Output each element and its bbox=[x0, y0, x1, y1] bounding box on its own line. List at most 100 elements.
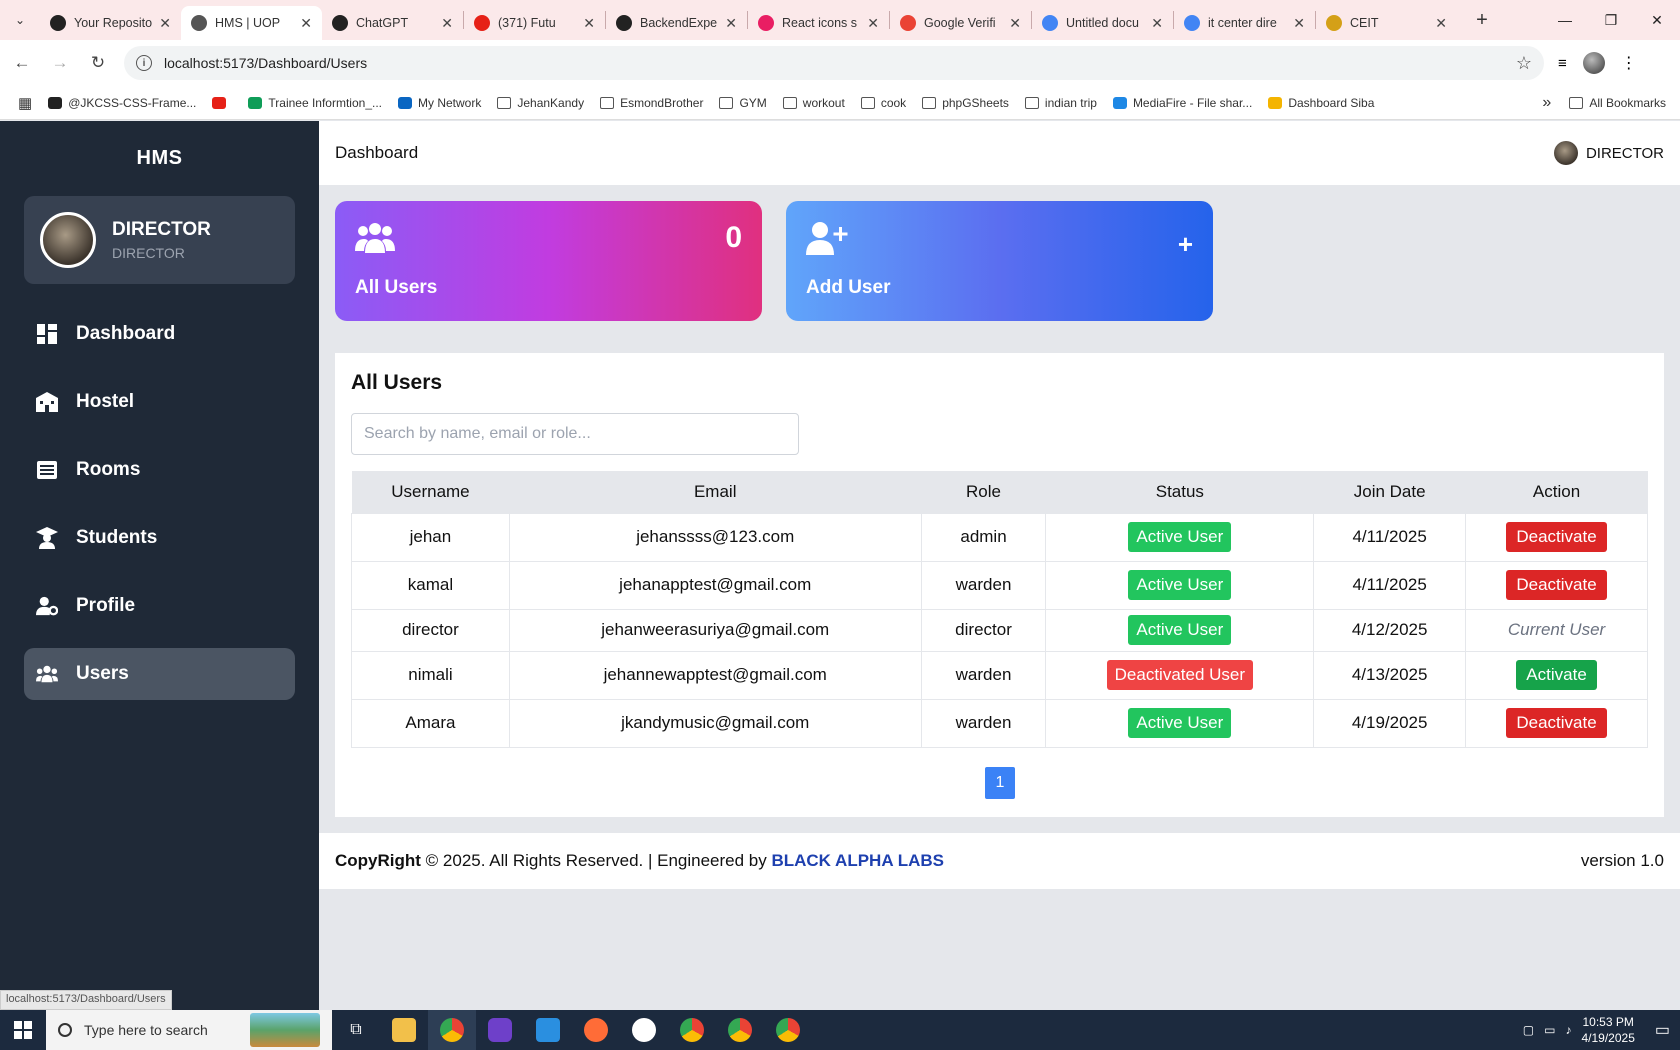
windows-start-icon[interactable] bbox=[0, 1010, 46, 1050]
bookmark-item[interactable]: cook bbox=[860, 96, 906, 110]
deactivate-button[interactable]: Deactivate bbox=[1506, 570, 1607, 600]
username-cell: Amara bbox=[351, 698, 510, 748]
close-tab-icon[interactable]: ✕ bbox=[867, 15, 879, 32]
restore-icon[interactable]: ❐ bbox=[1588, 0, 1634, 40]
tab-title: Google Verifi bbox=[924, 16, 996, 30]
all-users-card[interactable]: 0 All Users bbox=[335, 201, 762, 321]
site-info-icon[interactable]: i bbox=[136, 55, 152, 71]
role-cell: director bbox=[920, 608, 1047, 652]
postman-icon[interactable] bbox=[572, 1010, 620, 1050]
browser-tab[interactable]: Google Verifi ✕ bbox=[890, 6, 1031, 40]
close-tab-icon[interactable]: ✕ bbox=[1293, 15, 1305, 32]
more-bookmarks-icon[interactable]: » bbox=[1542, 94, 1551, 112]
forward-icon[interactable]: → bbox=[44, 47, 76, 79]
vscode-icon[interactable] bbox=[524, 1010, 572, 1050]
close-tab-icon[interactable]: ✕ bbox=[300, 15, 312, 32]
browser-tab[interactable]: HMS | UOP ✕ bbox=[181, 6, 322, 40]
bookmark-item[interactable]: My Network bbox=[398, 96, 481, 110]
column-header[interactable]: Username bbox=[351, 471, 510, 513]
tab-favicon-icon bbox=[616, 15, 632, 31]
column-header[interactable]: Email bbox=[509, 471, 922, 513]
add-user-card[interactable]: + Add User bbox=[786, 201, 1213, 321]
company-link[interactable]: BLACK ALPHA LABS bbox=[771, 851, 944, 870]
clock[interactable]: 10:53 PM 4/19/2025 bbox=[1581, 1014, 1634, 1046]
column-header[interactable]: Join Date bbox=[1313, 471, 1466, 513]
browser-tab[interactable]: BackendExpe ✕ bbox=[606, 6, 747, 40]
close-tab-icon[interactable]: ✕ bbox=[1151, 15, 1163, 32]
new-tab-button[interactable]: + bbox=[1467, 9, 1497, 32]
browser-tab-bar: ⌄ Your Reposito ✕ HMS | UOP ✕ ChatGPT ✕ (371) … bbox=[0, 0, 1680, 40]
users-panel-title: All Users bbox=[351, 371, 443, 394]
tab-search-icon[interactable]: ⌄ bbox=[0, 0, 40, 40]
column-header[interactable]: Role bbox=[921, 471, 1046, 513]
volume-icon[interactable]: ♪ bbox=[1565, 1023, 1571, 1037]
taskbar-search[interactable]: Type here to search bbox=[46, 1010, 332, 1050]
browser-tab[interactable]: Your Reposito ✕ bbox=[40, 6, 181, 40]
column-header[interactable]: Status bbox=[1045, 471, 1314, 513]
browser-tab[interactable]: React icons s ✕ bbox=[748, 6, 889, 40]
chrome-profile-4-icon[interactable] bbox=[764, 1010, 812, 1050]
close-tab-icon[interactable]: ✕ bbox=[441, 15, 453, 32]
close-tab-icon[interactable]: ✕ bbox=[1435, 15, 1447, 32]
bookmark-item[interactable]: workout bbox=[782, 96, 845, 110]
sidebar-item-students[interactable]: Students bbox=[24, 512, 295, 564]
search-input[interactable] bbox=[351, 413, 799, 455]
all-bookmarks-button[interactable]: All Bookmarks bbox=[1569, 96, 1666, 110]
network-icon[interactable]: ▢ bbox=[1523, 1023, 1534, 1037]
profile-role: DIRECTOR bbox=[112, 245, 185, 261]
sidebar-item-users[interactable]: Users bbox=[24, 648, 295, 700]
file-explorer-icon[interactable] bbox=[380, 1010, 428, 1050]
bookmark-item[interactable]: Dashboard Siba bbox=[1268, 96, 1374, 110]
chrome-profile-2-icon[interactable] bbox=[668, 1010, 716, 1050]
bookmark-item[interactable]: indian trip bbox=[1024, 96, 1097, 110]
apps-grid-icon[interactable]: ▦ bbox=[18, 94, 32, 112]
task-view-icon[interactable]: ⧉ bbox=[332, 1010, 380, 1050]
activate-button[interactable]: Activate bbox=[1516, 660, 1597, 690]
media-control-icon[interactable]: ≡ bbox=[1558, 55, 1567, 72]
url-field[interactable]: i localhost:5173/Dashboard/Users ☆ bbox=[124, 46, 1544, 80]
browser-profile-avatar[interactable] bbox=[1582, 52, 1605, 74]
deactivate-button[interactable]: Deactivate bbox=[1506, 708, 1607, 738]
close-tab-icon[interactable]: ✕ bbox=[725, 15, 737, 32]
github-desktop-icon[interactable] bbox=[476, 1010, 524, 1050]
sidebar-item-profile[interactable]: Profile bbox=[24, 580, 295, 632]
close-tab-icon[interactable]: ✕ bbox=[583, 15, 595, 32]
bookmark-item[interactable]: GYM bbox=[719, 96, 767, 110]
mongodb-icon[interactable] bbox=[620, 1010, 668, 1050]
action-cell: Deactivate bbox=[1465, 560, 1648, 610]
battery-icon[interactable]: ▭ bbox=[1544, 1023, 1555, 1037]
notification-icon[interactable]: ▭ bbox=[1655, 1020, 1670, 1040]
bookmark-item[interactable]: phpGSheets bbox=[922, 96, 1009, 110]
back-icon[interactable]: ← bbox=[6, 47, 38, 79]
browser-tab[interactable]: it center dire ✕ bbox=[1174, 6, 1315, 40]
close-tab-icon[interactable]: ✕ bbox=[1009, 15, 1021, 32]
bookmark-item[interactable] bbox=[212, 96, 232, 109]
minimize-icon[interactable]: — bbox=[1542, 0, 1588, 40]
add-user-label: Add User bbox=[806, 277, 891, 298]
page-1-button[interactable]: 1 bbox=[985, 767, 1015, 799]
header-user[interactable]: DIRECTOR bbox=[1553, 141, 1664, 165]
reload-icon[interactable]: ↻ bbox=[82, 47, 114, 79]
action-cell: Current User bbox=[1465, 608, 1648, 652]
column-header[interactable]: Action bbox=[1465, 471, 1648, 513]
bookmark-item[interactable]: @JKCSS-CSS-Frame... bbox=[48, 96, 196, 110]
chrome-icon[interactable] bbox=[428, 1010, 476, 1050]
browser-tab[interactable]: Untitled docu ✕ bbox=[1032, 6, 1173, 40]
bookmark-item[interactable]: Trainee Informtion_... bbox=[248, 96, 382, 110]
close-window-icon[interactable]: ✕ bbox=[1634, 0, 1680, 40]
chrome-profile-3-icon[interactable] bbox=[716, 1010, 764, 1050]
browser-tab[interactable]: CEIT ✕ bbox=[1316, 6, 1457, 40]
sidebar-item-hostel[interactable]: Hostel bbox=[24, 376, 295, 428]
deactivate-button[interactable]: Deactivate bbox=[1506, 522, 1607, 552]
sidebar-item-dashboard[interactable]: Dashboard bbox=[24, 308, 295, 360]
bookmark-item[interactable]: EsmondBrother bbox=[600, 96, 703, 110]
sidebar-nav: Dashboard Hostel Rooms Students Profile Users bbox=[0, 308, 319, 700]
browser-menu-icon[interactable]: ⋮ bbox=[1621, 53, 1637, 73]
bookmark-star-icon[interactable]: ☆ bbox=[1516, 53, 1532, 74]
bookmark-item[interactable]: MediaFire - File shar... bbox=[1112, 96, 1252, 110]
bookmark-item[interactable]: JehanKandy bbox=[497, 96, 584, 110]
browser-tab[interactable]: (371) Futu ✕ bbox=[464, 6, 605, 40]
browser-tab[interactable]: ChatGPT ✕ bbox=[322, 6, 463, 40]
close-tab-icon[interactable]: ✕ bbox=[159, 15, 171, 32]
sidebar-item-rooms[interactable]: Rooms bbox=[24, 444, 295, 496]
